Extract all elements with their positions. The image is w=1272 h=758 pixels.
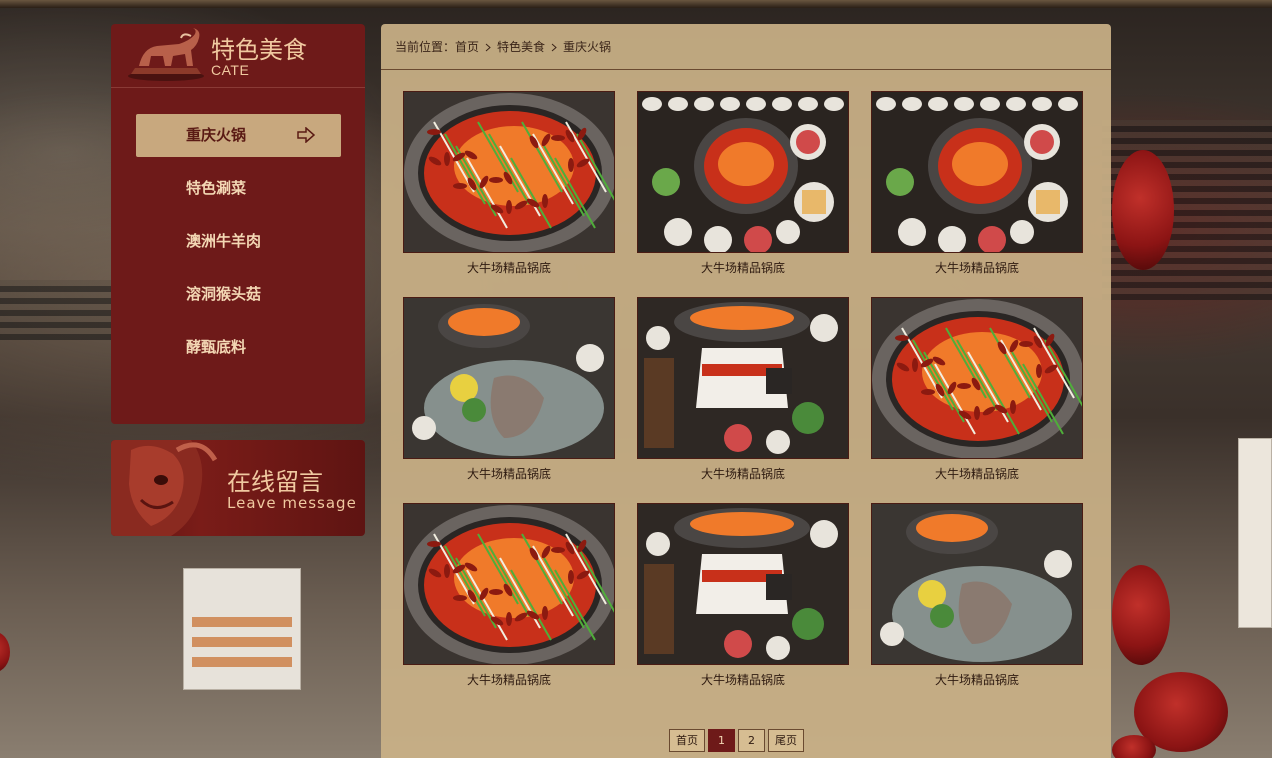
sidebar-item-label: 特色涮菜 bbox=[186, 179, 247, 197]
breadcrumb-prefix: 当前位置： bbox=[395, 40, 456, 54]
sidebar-item-special-dishes[interactable]: 特色涮菜 bbox=[136, 167, 341, 210]
sidebar-item-chongqing-hotpot[interactable]: 重庆火锅 bbox=[136, 114, 341, 157]
sidebar-item-label: 溶洞猴头菇 bbox=[186, 285, 262, 303]
product-card[interactable]: 大牛场精品锅底 bbox=[871, 91, 1083, 279]
breadcrumb-home[interactable]: 首页 bbox=[455, 40, 479, 54]
sidebar-item-australian-beef-lamb[interactable]: 澳洲牛羊肉 bbox=[136, 220, 341, 263]
leave-message-banner[interactable]: 在线留言 Leave message bbox=[111, 440, 365, 536]
sidebar-header: 特色美食 CATE bbox=[111, 24, 365, 88]
pagination-last-button[interactable]: 尾页 bbox=[768, 729, 804, 752]
product-image[interactable] bbox=[637, 91, 849, 253]
background-lantern bbox=[1112, 735, 1156, 758]
chevron-right-icon bbox=[551, 40, 557, 54]
sidebar-item-label: 重庆火锅 bbox=[186, 126, 247, 144]
product-card[interactable]: 大牛场精品锅底 bbox=[637, 503, 849, 691]
product-image[interactable] bbox=[637, 297, 849, 459]
product-image[interactable] bbox=[871, 91, 1083, 253]
sidebar-title: 特色美食 bbox=[211, 36, 307, 64]
product-caption[interactable]: 大牛场精品锅底 bbox=[871, 259, 1083, 276]
category-sidebar: 特色美食 CATE 重庆火锅 特色涮菜 澳洲牛羊肉 溶洞猴头菇 酵甄底料 bbox=[111, 24, 365, 424]
top-border bbox=[0, 0, 1272, 8]
product-caption[interactable]: 大牛场精品锅底 bbox=[403, 465, 615, 482]
product-card[interactable]: 大牛场精品锅底 bbox=[403, 503, 615, 691]
sidebar-item-soup-base[interactable]: 酵甄底料 bbox=[136, 326, 341, 369]
product-card[interactable]: 大牛场精品锅底 bbox=[403, 297, 615, 485]
product-caption[interactable]: 大牛场精品锅底 bbox=[871, 671, 1083, 688]
leave-message-title: 在线留言 bbox=[227, 468, 323, 496]
product-card[interactable]: 大牛场精品锅底 bbox=[871, 503, 1083, 691]
pagination-page-button[interactable]: 1 bbox=[708, 729, 735, 752]
product-card[interactable]: 大牛场精品锅底 bbox=[871, 297, 1083, 485]
breadcrumb: 当前位置：首页 特色美食 重庆火锅 bbox=[381, 24, 1111, 70]
bull-logo-icon bbox=[128, 28, 204, 81]
chevron-right-icon bbox=[485, 40, 491, 54]
background-ceiling bbox=[0, 280, 115, 340]
product-caption[interactable]: 大牛场精品锅底 bbox=[871, 465, 1083, 482]
product-image[interactable] bbox=[403, 297, 615, 459]
breadcrumb-current: 重庆火锅 bbox=[563, 40, 612, 54]
product-card[interactable]: 大牛场精品锅底 bbox=[637, 91, 849, 279]
sidebar-item-label: 澳洲牛羊肉 bbox=[186, 232, 262, 250]
product-card[interactable]: 大牛场精品锅底 bbox=[403, 91, 615, 279]
pagination-page-button[interactable]: 2 bbox=[738, 729, 765, 752]
background-signboard bbox=[183, 568, 301, 690]
product-image[interactable] bbox=[637, 503, 849, 665]
product-image[interactable] bbox=[871, 503, 1083, 665]
background-lantern bbox=[1112, 150, 1174, 270]
category-menu: 重庆火锅 特色涮菜 澳洲牛羊肉 溶洞猴头菇 酵甄底料 bbox=[136, 114, 341, 379]
product-image[interactable] bbox=[403, 503, 615, 665]
arrow-right-icon bbox=[297, 127, 315, 143]
pagination: 首页 1 2 尾页 bbox=[669, 729, 804, 752]
product-image[interactable] bbox=[871, 297, 1083, 459]
background-signboard bbox=[1238, 438, 1272, 628]
sidebar-subtitle: CATE bbox=[211, 62, 250, 78]
product-caption[interactable]: 大牛场精品锅底 bbox=[403, 259, 615, 276]
leave-message-subtitle: Leave message bbox=[227, 494, 357, 512]
breadcrumb-category[interactable]: 特色美食 bbox=[497, 40, 545, 54]
product-image[interactable] bbox=[403, 91, 615, 253]
background-lantern bbox=[1112, 565, 1170, 665]
product-caption[interactable]: 大牛场精品锅底 bbox=[403, 671, 615, 688]
pagination-first-button[interactable]: 首页 bbox=[669, 729, 705, 752]
background-lantern bbox=[0, 632, 10, 672]
product-caption[interactable]: 大牛场精品锅底 bbox=[637, 259, 849, 276]
sidebar-item-label: 酵甄底料 bbox=[186, 338, 247, 356]
sidebar-item-cave-mushroom[interactable]: 溶洞猴头菇 bbox=[136, 273, 341, 316]
main-content: 当前位置：首页 特色美食 重庆火锅 大牛场精品锅底 大牛场精品锅底 大牛场精品锅底 大牛场… bbox=[381, 24, 1111, 758]
product-caption[interactable]: 大牛场精品锅底 bbox=[637, 671, 849, 688]
product-card[interactable]: 大牛场精品锅底 bbox=[637, 297, 849, 485]
product-caption[interactable]: 大牛场精品锅底 bbox=[637, 465, 849, 482]
bull-head-icon bbox=[111, 440, 218, 536]
